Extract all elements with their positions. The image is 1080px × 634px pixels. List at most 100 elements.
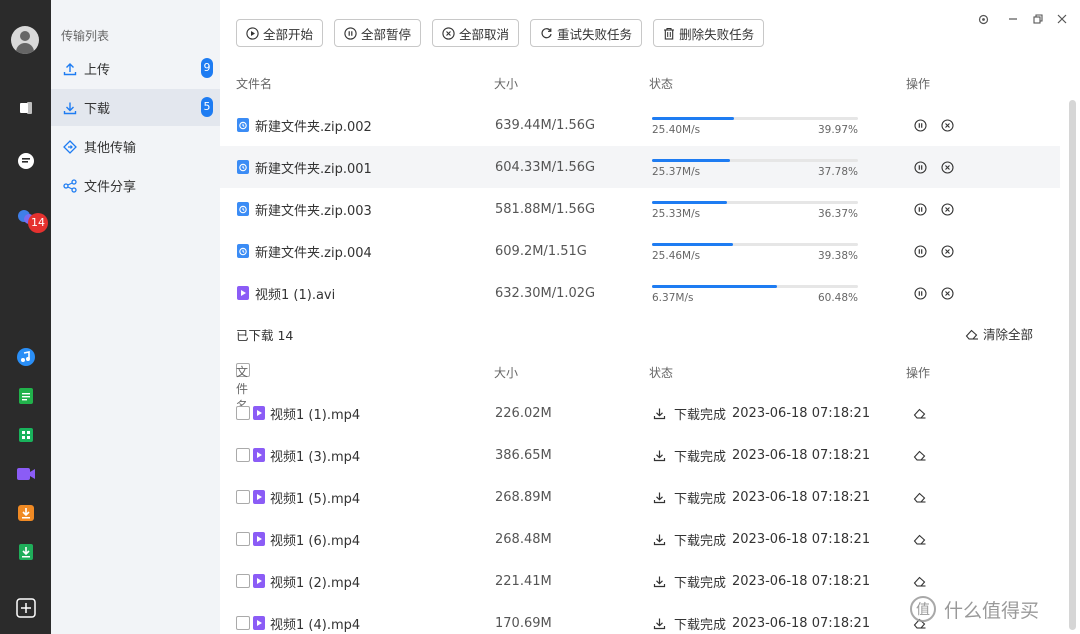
file-size: 170.69M [495,615,552,631]
download-done-icon [653,576,666,587]
completed-row[interactable]: 视频1 (5).mp4 268.89M 下载完成 2023-06-18 07:18:2… [220,476,1060,518]
download-icon [63,102,77,114]
file-name: 新建文件夹.zip.004 [255,245,372,261]
file-name-cell: 视频1 (2).mp4 [236,560,360,602]
nav-title: 传输列表 [61,29,110,43]
nav-item-download[interactable]: 下载 5 [51,89,220,126]
settings-icon[interactable] [976,12,990,26]
cancel-task-button[interactable] [941,188,954,230]
close-icon[interactable] [1055,12,1069,26]
progress: 25.40M/s 39.97% [652,117,858,138]
add-app-icon[interactable] [13,595,38,620]
cancel-task-icon[interactable] [941,244,954,258]
pause-task-icon[interactable] [914,202,927,216]
avatar[interactable] [11,26,39,54]
download-row[interactable]: 视频1 (1).avi 632.30M/1.02G 6.37M/s 60.48% [220,272,1060,314]
row-checkbox[interactable] [236,616,250,630]
status-text: 下载完成 [674,575,727,591]
completed-status: 下载完成 2023-06-18 07:18:21 [653,392,870,434]
delete-record-icon[interactable] [913,491,927,503]
nav-item-other-transfer[interactable]: 其他传输 [51,128,220,165]
cancel-task-button[interactable] [941,104,954,146]
delete-record-button[interactable] [913,476,927,518]
pause-all-label: 全部暂停 [361,26,412,42]
cancel-task-button[interactable] [941,272,954,314]
download-done-icon [653,492,666,503]
column-actions: 操作 [906,366,931,380]
progress-fill [652,285,777,288]
cancel-task-button[interactable] [941,230,954,272]
video-file-icon [237,286,249,300]
pause-task-icon[interactable] [914,160,927,174]
download-row[interactable]: 新建文件夹.zip.001 604.33M/1.56G 25.37M/s 37.78% [220,146,1060,188]
download-percent: 36.37% [817,208,858,220]
download-speed: 25.33M/s [652,208,701,220]
row-checkbox[interactable] [236,532,250,546]
pause-task-button[interactable] [914,104,927,146]
delete-record-icon[interactable] [913,575,927,587]
music-app-icon[interactable] [13,344,38,369]
download-speed: 25.37M/s [652,166,701,178]
download-row[interactable]: 新建文件夹.zip.004 609.2M/1.51G 25.46M/s 39.38% [220,230,1060,272]
download-percent: 39.97% [817,124,858,136]
pause-task-button[interactable] [914,230,927,272]
column-status: 状态 [649,366,674,380]
minimize-icon[interactable] [1006,12,1020,26]
nav-item-label: 上传 [84,63,111,78]
document-app-icon[interactable] [13,383,38,408]
cancel-all-button[interactable]: 全部取消 [432,19,520,47]
progress-fill [652,243,734,246]
row-checkbox[interactable] [236,574,250,588]
nav-item-file-share[interactable]: 文件分享 [51,167,220,204]
retry-failed-button[interactable]: 重试失败任务 [530,19,643,47]
delete-record-icon[interactable] [913,407,927,419]
row-checkbox[interactable] [236,448,250,462]
column-status: 状态 [649,77,674,91]
delete-record-button[interactable] [913,392,927,434]
cancel-all-label: 全部取消 [459,26,510,42]
file-name: 新建文件夹.zip.001 [255,161,372,177]
office-icon[interactable] [13,95,38,120]
row-checkbox[interactable] [236,490,250,504]
clear-all-button[interactable]: 清除全部 [965,324,1033,343]
video-app-icon[interactable] [13,461,38,486]
transfer-icon [63,139,77,154]
pause-task-button[interactable] [914,272,927,314]
pause-task-button[interactable] [914,188,927,230]
cancel-task-icon[interactable] [941,160,954,174]
install-app-icon[interactable] [13,500,38,525]
start-all-button[interactable]: 全部开始 [236,19,324,47]
cancel-task-icon[interactable] [941,202,954,216]
delete-record-icon[interactable] [913,533,927,545]
scrollbar[interactable] [1069,100,1076,630]
cancel-task-button[interactable] [941,146,954,188]
delete-record-button[interactable] [913,518,927,560]
pause-task-icon[interactable] [914,118,927,132]
message-icon[interactable] [13,148,38,173]
row-checkbox[interactable] [236,406,250,420]
file-size: 268.48M [495,531,552,547]
file-name: 视频1 (5).mp4 [270,491,361,507]
restore-icon[interactable] [1031,12,1045,26]
delete-failed-button[interactable]: 删除失败任务 [653,19,765,47]
pause-task-icon[interactable] [914,244,927,258]
pause-all-button[interactable]: 全部暂停 [334,19,422,47]
nav-item-upload[interactable]: 上传 9 [51,50,220,87]
download-app-icon[interactable] [13,539,38,564]
delete-record-button[interactable] [913,434,927,476]
file-name-cell: 新建文件夹.zip.001 [236,146,372,188]
cancel-task-icon[interactable] [941,286,954,300]
completed-row[interactable]: 视频1 (1).mp4 226.02M 下载完成 2023-06-18 07:18:2… [220,392,1060,434]
progress-bar [652,243,858,246]
download-row[interactable]: 新建文件夹.zip.002 639.44M/1.56G 25.40M/s 39.97% [220,104,1060,146]
completed-row[interactable]: 视频1 (3).mp4 386.65M 下载完成 2023-06-18 07:18:2… [220,434,1060,476]
completed-status: 下载完成 2023-06-18 07:18:21 [653,476,870,518]
download-row[interactable]: 新建文件夹.zip.003 581.88M/1.56G 25.33M/s 36.37% [220,188,1060,230]
cancel-task-icon[interactable] [941,118,954,132]
completed-row[interactable]: 视频1 (6).mp4 268.48M 下载完成 2023-06-18 07:18:2… [220,518,1060,560]
sheet-app-icon[interactable] [13,422,38,447]
app-rail: 14 [0,0,51,634]
pause-task-button[interactable] [914,146,927,188]
delete-record-icon[interactable] [913,449,927,461]
pause-task-icon[interactable] [914,286,927,300]
